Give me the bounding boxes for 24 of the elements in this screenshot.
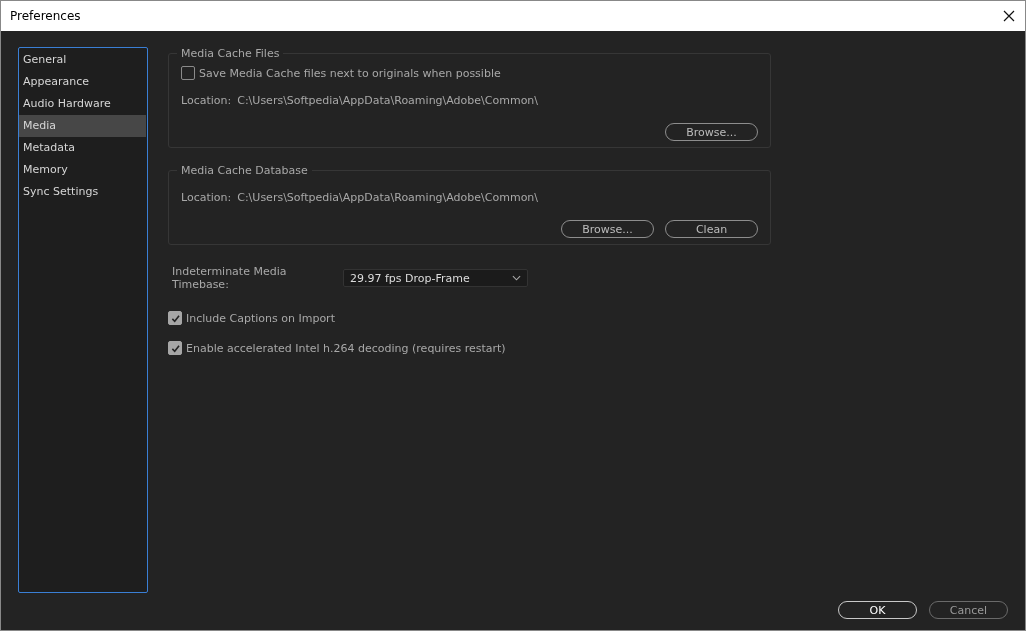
checkbox[interactable]	[168, 341, 182, 355]
close-icon[interactable]	[1003, 10, 1015, 22]
sidebar-item[interactable]: Appearance	[19, 71, 146, 93]
checkbox-label: Save Media Cache files next to originals when possible	[199, 66, 501, 80]
checkbox-label: Include Captions on Import	[186, 311, 335, 325]
group-title: Media Cache Files	[180, 47, 281, 60]
timebase-dropdown[interactable]: 29.97 fps Drop-Frame	[343, 269, 528, 287]
sidebar-item[interactable]: Media	[19, 115, 146, 137]
sidebar-item[interactable]: Sync Settings	[19, 181, 146, 203]
location-path: C:\Users\Softpedia\AppData\Roaming\Adobe\Common\	[237, 191, 539, 204]
sidebar-item[interactable]: Metadata	[19, 137, 146, 159]
checkbox-label: Enable accelerated Intel h.264 decoding (requires restart)	[186, 341, 506, 355]
sidebar-item[interactable]: General	[19, 49, 146, 71]
location-label: Location:	[181, 94, 232, 107]
location-path: C:\Users\Softpedia\AppData\Roaming\Adobe\Common\	[237, 94, 539, 107]
window-title: Preferences	[10, 9, 81, 23]
timebase-label: Indeterminate Media Timebase:	[172, 265, 288, 291]
location-label: Location:	[181, 191, 232, 204]
sidebar-item[interactable]: Memory	[19, 159, 146, 181]
caret-icon	[512, 275, 521, 281]
group-title: Media Cache Database	[180, 164, 309, 177]
checkbox[interactable]	[168, 311, 182, 325]
sidebar-item[interactable]: Audio Hardware	[19, 93, 146, 115]
checkbox[interactable]	[181, 66, 195, 80]
